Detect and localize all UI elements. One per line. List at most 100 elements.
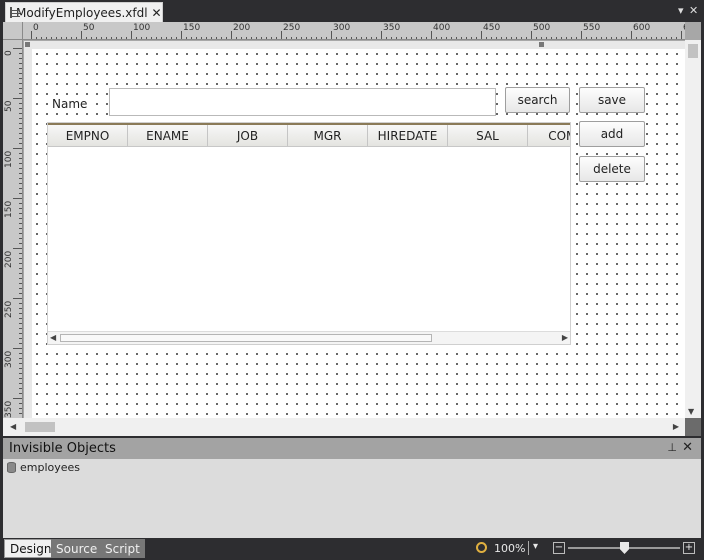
ruler-label: 150 — [183, 23, 201, 33]
ruler-tick — [19, 413, 22, 414]
ruler-tick — [391, 37, 392, 39]
ruler-tick — [96, 37, 97, 39]
ruler-tick — [556, 37, 557, 39]
search-button[interactable]: search — [505, 87, 570, 113]
tab-script[interactable]: Script — [100, 539, 145, 558]
ruler-tick — [19, 193, 22, 194]
vertical-scroll-thumb[interactable] — [688, 44, 698, 58]
column-header-hiredate[interactable]: HIREDATE — [368, 125, 448, 146]
ruler-tick — [91, 37, 92, 39]
ruler-tick — [111, 37, 112, 39]
zoom-out-button[interactable]: − — [553, 542, 565, 554]
ruler-tick — [281, 31, 282, 39]
ruler-tick — [19, 283, 22, 284]
ruler-tick — [19, 118, 22, 119]
ruler-tick — [521, 37, 522, 39]
zoom-in-button[interactable]: + — [683, 542, 695, 554]
delete-button[interactable]: delete — [579, 156, 645, 182]
ruler-tick — [19, 333, 22, 334]
ruler-tick — [19, 288, 22, 289]
design-canvas[interactable]: Name search save add delete EMPNO ENAME … — [24, 41, 685, 419]
ruler-tick — [13, 48, 22, 49]
column-header-comm[interactable]: COMM — [528, 125, 570, 146]
close-all-icon[interactable]: ✕ — [689, 4, 698, 17]
ruler-tick — [196, 37, 197, 39]
save-button[interactable]: save — [579, 87, 645, 113]
close-icon[interactable]: ✕ — [152, 7, 162, 19]
scroll-right-icon[interactable]: ▶ — [562, 332, 568, 344]
dropdown-arrow-icon[interactable]: ▾ — [678, 4, 684, 17]
ruler-tick — [646, 37, 647, 39]
ruler-tick — [171, 37, 172, 39]
ruler-tick — [496, 37, 497, 39]
ruler-tick — [19, 228, 22, 229]
ruler-tick — [371, 37, 372, 39]
ruler-tick — [19, 123, 22, 124]
ruler-tick — [19, 178, 22, 179]
ruler-tick — [56, 37, 57, 39]
ruler-tick — [121, 37, 122, 39]
ruler-tick — [541, 37, 542, 39]
tab-source[interactable]: Source — [51, 539, 103, 558]
document-tab[interactable]: ModifyEmployees.xfdl ✕ — [5, 2, 163, 22]
ruler-tick — [13, 198, 22, 199]
ruler-tick — [636, 37, 637, 39]
scroll-left-icon[interactable]: ◀ — [50, 332, 56, 344]
ruler-tick — [486, 37, 487, 39]
zoom-level: 100% — [494, 542, 526, 555]
ruler-tick — [311, 37, 312, 39]
tab-design[interactable]: Design — [4, 539, 58, 558]
ruler-tick — [526, 37, 527, 39]
designer-horizontal-scrollbar[interactable]: ◀ ▶ — [3, 418, 685, 436]
ruler-tick — [81, 31, 82, 39]
grid-scroll-thumb[interactable] — [60, 334, 432, 342]
ruler-label: 350 — [4, 400, 14, 418]
scroll-left-icon[interactable]: ◀ — [10, 422, 16, 431]
ruler-tick — [221, 37, 222, 39]
close-icon[interactable]: ✕ — [682, 440, 693, 455]
scroll-right-icon[interactable]: ▶ — [673, 422, 679, 431]
ruler-tick — [471, 37, 472, 39]
ruler-tick — [19, 273, 22, 274]
ruler-tick — [106, 37, 107, 39]
grid-horizontal-scrollbar[interactable]: ◀ ▶ — [48, 331, 570, 344]
ruler-tick — [266, 37, 267, 39]
ruler-tick — [241, 37, 242, 39]
employees-grid[interactable]: EMPNO ENAME JOB MGR HIREDATE SAL COMM ◀ … — [47, 122, 571, 345]
ruler-tick — [19, 408, 22, 409]
ruler-tick — [19, 158, 22, 159]
ruler-tick — [19, 188, 22, 189]
column-header-sal[interactable]: SAL — [448, 125, 528, 146]
form-surface[interactable]: Name search save add delete EMPNO ENAME … — [32, 49, 685, 419]
column-header-job[interactable]: JOB — [208, 125, 288, 146]
ruler-label: 100 — [4, 150, 14, 168]
chevron-down-icon[interactable]: ▾ — [533, 541, 538, 552]
horizontal-scroll-thumb[interactable] — [25, 422, 55, 432]
pin-icon[interactable]: ⊥ — [667, 441, 677, 454]
designer-vertical-scrollbar[interactable]: ▼ — [685, 40, 701, 418]
ruler-tick — [656, 37, 657, 39]
scroll-down-icon[interactable]: ▼ — [688, 407, 694, 416]
ruler-tick — [156, 37, 157, 39]
ruler-tick — [256, 37, 257, 39]
ruler-tick — [19, 133, 22, 134]
resize-handle[interactable] — [539, 42, 544, 47]
invisible-object-item[interactable]: employees — [7, 461, 80, 474]
name-input[interactable] — [109, 88, 496, 116]
zoom-icon — [476, 542, 487, 553]
ruler-tick — [606, 37, 607, 39]
ruler-tick — [681, 31, 682, 39]
ruler-tick — [19, 243, 22, 244]
ruler-tick — [441, 37, 442, 39]
column-header-mgr[interactable]: MGR — [288, 125, 368, 146]
ruler-tick — [506, 37, 507, 39]
ruler-tick — [19, 103, 22, 104]
column-header-ename[interactable]: ENAME — [128, 125, 208, 146]
add-button[interactable]: add — [579, 121, 645, 147]
column-header-empno[interactable]: EMPNO — [48, 125, 128, 146]
ruler-tick — [191, 37, 192, 39]
ruler-label: 450 — [483, 23, 501, 33]
status-bar: Design Source Script 100% ▾ − + — [0, 538, 704, 560]
zoom-slider-thumb[interactable] — [620, 542, 629, 554]
resize-handle[interactable] — [25, 42, 30, 47]
